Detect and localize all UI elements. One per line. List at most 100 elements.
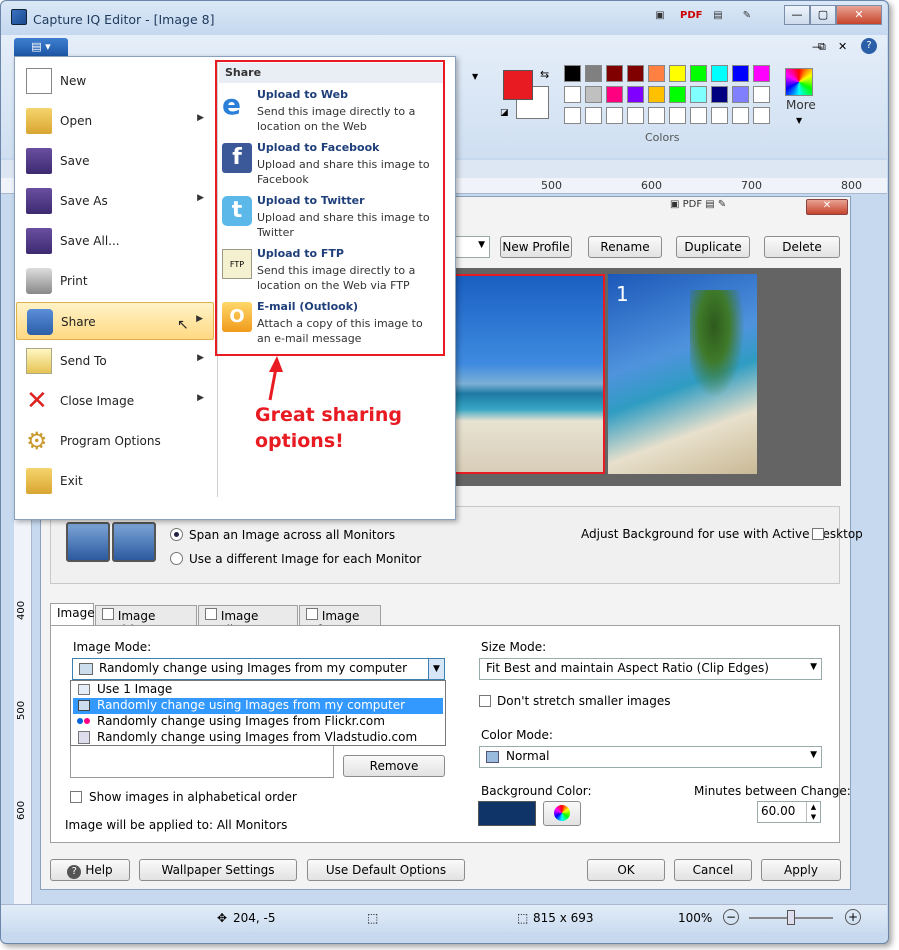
color-swatch[interactable] xyxy=(648,65,665,82)
color-swatch[interactable] xyxy=(606,65,623,82)
remove-button[interactable]: Remove xyxy=(343,755,445,777)
color-swatch[interactable] xyxy=(606,107,623,124)
tab-image-position[interactable]: Image Position xyxy=(95,605,197,637)
new-profile-button[interactable]: New Profile xyxy=(500,236,572,258)
zoom-slider-thumb[interactable] xyxy=(787,910,795,925)
color-swatch[interactable] xyxy=(564,86,581,103)
cancel-button[interactable]: Cancel xyxy=(674,859,752,881)
size-mode-select[interactable]: Fit Best and maintain Aspect Ratio (Clip… xyxy=(479,658,822,680)
capture-icon[interactable]: ▣ xyxy=(650,7,670,25)
close-window-button[interactable]: ✕ xyxy=(836,5,882,25)
color-swatch[interactable] xyxy=(669,86,686,103)
minutes-spinner[interactable]: 60.00 ▲ ▼ xyxy=(757,801,821,823)
color-swatch[interactable] xyxy=(690,107,707,124)
bg-color-swatch[interactable] xyxy=(478,801,536,826)
apply-button[interactable]: Apply xyxy=(761,859,841,881)
color-swatch[interactable] xyxy=(753,86,770,103)
menu-item-exit[interactable]: Exit xyxy=(16,462,214,500)
color-swatch[interactable] xyxy=(627,86,644,103)
tab-checkbox[interactable] xyxy=(205,608,217,620)
image-mode-select[interactable]: Randomly change using Images from my com… xyxy=(72,658,445,680)
dont-stretch-checkbox[interactable] xyxy=(479,695,491,707)
scanner-icon[interactable]: ▤ xyxy=(708,7,728,25)
color-swatch[interactable] xyxy=(648,86,665,103)
ok-button[interactable]: OK xyxy=(587,859,665,881)
color-swatch[interactable] xyxy=(648,107,665,124)
wallpaper-settings-button[interactable]: Wallpaper Settings xyxy=(139,859,297,881)
duplicate-button[interactable]: Duplicate xyxy=(676,236,750,258)
dialog-close-button[interactable]: ✕ xyxy=(806,199,848,215)
tab-checkbox[interactable] xyxy=(306,608,318,620)
adjust-background-checkbox[interactable] xyxy=(812,528,824,540)
swap-colors-icon[interactable]: ⇆ xyxy=(540,68,549,81)
color-swatch[interactable] xyxy=(585,86,602,103)
dialog-toolbar-icons[interactable]: ▣ PDF ▤ ✎ xyxy=(670,199,780,215)
reset-colors-icon[interactable]: ◪ xyxy=(500,108,509,118)
maximize-button[interactable]: ▢ xyxy=(810,5,836,25)
tab-image-scaling[interactable]: Image Scaling xyxy=(198,605,298,637)
color-swatch[interactable] xyxy=(627,107,644,124)
dropdown-option[interactable]: Use 1 Image xyxy=(73,682,443,698)
more-colors-icon[interactable] xyxy=(785,68,813,96)
tab-image-info[interactable]: Image Info xyxy=(299,605,381,637)
more-dropdown-icon[interactable]: ▼ xyxy=(796,116,802,125)
tab-checkbox[interactable] xyxy=(102,608,114,620)
color-swatch[interactable] xyxy=(585,107,602,124)
color-picker-button[interactable] xyxy=(543,801,581,826)
color-swatch[interactable] xyxy=(564,107,581,124)
color-swatch[interactable] xyxy=(690,86,707,103)
menu-item-open[interactable]: Open ▶ xyxy=(16,102,214,140)
tab-image[interactable]: Image xyxy=(50,603,95,626)
color-swatch[interactable] xyxy=(606,86,623,103)
color-swatch[interactable] xyxy=(564,65,581,82)
menu-item-save-as[interactable]: Save As ▶ xyxy=(16,182,214,220)
color-swatch[interactable] xyxy=(711,107,728,124)
rename-button[interactable]: Rename xyxy=(588,236,662,258)
monitor-2-preview-image[interactable] xyxy=(452,274,605,474)
menu-item-save-all[interactable]: Save All... xyxy=(16,222,214,260)
chevron-down-icon[interactable]: ▼ xyxy=(428,659,444,679)
color-swatch[interactable] xyxy=(732,107,749,124)
image-folder-list[interactable] xyxy=(70,746,334,778)
color-swatch[interactable] xyxy=(669,65,686,82)
color-mode-select[interactable]: Normal ▼ xyxy=(479,746,822,768)
use-default-options-button[interactable]: Use Default Options xyxy=(307,859,465,881)
dropdown-option[interactable]: Randomly change using Images from Flickr… xyxy=(73,714,443,730)
pdf-icon[interactable]: PDF xyxy=(679,7,702,25)
color-swatch[interactable] xyxy=(585,65,602,82)
ribbon-close-icon[interactable]: ✕ xyxy=(838,40,847,53)
dropdown-option-selected[interactable]: Randomly change using Images from my com… xyxy=(73,698,443,714)
alpha-order-checkbox[interactable] xyxy=(70,791,82,803)
color-swatch[interactable] xyxy=(669,107,686,124)
menu-item-new[interactable]: New xyxy=(16,62,214,100)
menu-item-share[interactable]: Share ↖ ▶ xyxy=(16,302,214,340)
menu-item-send-to[interactable]: Send To ▶ xyxy=(16,342,214,380)
different-image-radio[interactable] xyxy=(170,552,183,565)
minimize-button[interactable]: — xyxy=(784,5,810,25)
help-button[interactable]: ? Help xyxy=(50,859,130,881)
color-swatch[interactable] xyxy=(753,107,770,124)
zoom-in-icon[interactable]: + xyxy=(845,909,861,925)
edit-icon[interactable]: ✎ xyxy=(737,7,757,25)
menu-item-close-image[interactable]: ✕ Close Image ▶ xyxy=(16,382,214,420)
more-colors-label[interactable]: More xyxy=(786,98,816,112)
color-swatch[interactable] xyxy=(711,86,728,103)
color-swatch[interactable] xyxy=(690,65,707,82)
menu-item-save[interactable]: Save xyxy=(16,142,214,180)
span-radio[interactable] xyxy=(170,528,183,541)
color-swatch[interactable] xyxy=(753,65,770,82)
color-swatch[interactable] xyxy=(732,65,749,82)
ribbon-restore-icon[interactable]: ⧉ xyxy=(818,40,826,54)
zoom-out-icon[interactable]: − xyxy=(723,909,739,925)
color-swatch[interactable] xyxy=(627,65,644,82)
ribbon-dropdown-icon[interactable]: ▼ xyxy=(472,72,478,81)
file-menu-button[interactable]: ▤ ▾ xyxy=(14,38,68,56)
color-swatch[interactable] xyxy=(711,65,728,82)
menu-item-print[interactable]: Print xyxy=(16,262,214,300)
dropdown-option[interactable]: Randomly change using Images from Vladst… xyxy=(73,730,443,746)
color-swatch[interactable] xyxy=(732,86,749,103)
spinner-arrows-icon[interactable]: ▲ ▼ xyxy=(806,802,820,822)
menu-item-program-options[interactable]: ⚙ Program Options xyxy=(16,422,214,460)
profile-select[interactable]: ▼ xyxy=(450,236,490,258)
delete-button[interactable]: Delete xyxy=(764,236,840,258)
